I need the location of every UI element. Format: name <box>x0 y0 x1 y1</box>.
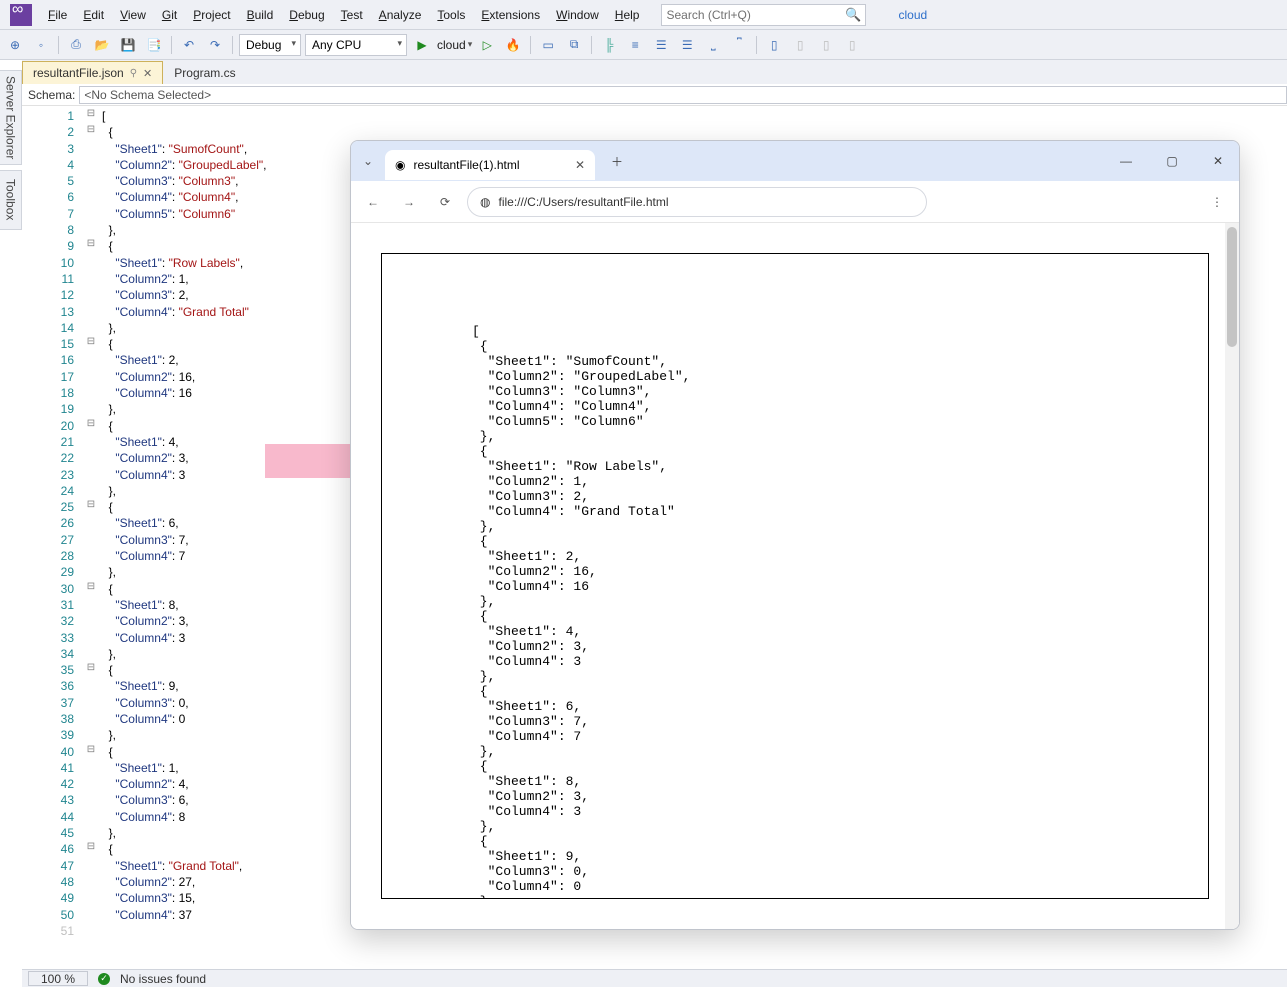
config-value: Debug <box>246 38 281 52</box>
toolbar-icon[interactable]: ⧉ <box>563 34 585 56</box>
close-icon[interactable]: ✕ <box>1203 154 1233 168</box>
menu-tools[interactable]: Tools <box>429 4 473 26</box>
nav-back-icon[interactable]: ⊕ <box>4 34 26 56</box>
cloud-link[interactable]: cloud <box>898 8 927 22</box>
json-schema-bar: Schema: <No Schema Selected> <box>22 84 1287 106</box>
save-all-icon[interactable]: 📑 <box>143 34 165 56</box>
document-tabs: resultantFile.json ⚲ ✕ Program.cs <box>22 60 1287 84</box>
browser-tab[interactable]: ◉ resultantFile(1).html ✕ <box>385 150 595 180</box>
bookmark-prev-icon[interactable]: ▯ <box>789 34 811 56</box>
status-bar: 100 % ✓ No issues found <box>22 969 1287 987</box>
toolbar-separator <box>756 36 757 54</box>
menu-git[interactable]: Git <box>154 4 185 26</box>
toolbar-separator <box>530 36 531 54</box>
menu-build[interactable]: Build <box>239 4 282 26</box>
chevron-down-icon[interactable]: ⌄ <box>357 150 379 172</box>
kebab-menu-icon[interactable]: ⋮ <box>1203 195 1231 209</box>
pin-icon[interactable]: ⚲ <box>130 68 137 79</box>
toolbar-separator <box>58 36 59 54</box>
nav-fwd-icon[interactable]: ◦ <box>30 34 52 56</box>
toolbar-separator <box>171 36 172 54</box>
menubar: FileEditViewGitProjectBuildDebugTestAnal… <box>0 0 1287 30</box>
undo-icon[interactable]: ↶ <box>178 34 200 56</box>
toolbar-icon[interactable]: ≡ <box>624 34 646 56</box>
window-controls: ― ▢ ✕ <box>1111 154 1233 168</box>
menu-edit[interactable]: Edit <box>75 4 112 26</box>
toolbar-separator <box>232 36 233 54</box>
menu-test[interactable]: Test <box>333 4 371 26</box>
browser-window: ⌄ ◉ resultantFile(1).html ✕ ＋ ― ▢ ✕ ← → … <box>350 140 1240 930</box>
comment-icon[interactable]: ⎵ <box>702 34 724 56</box>
search-icon: 🔍 <box>845 7 861 23</box>
new-tab-button[interactable]: ＋ <box>605 149 629 173</box>
tab-resultantfile-json[interactable]: resultantFile.json ⚲ ✕ <box>22 61 163 84</box>
toolbar-icon[interactable]: ╠ <box>598 34 620 56</box>
forward-button[interactable]: → <box>395 188 423 216</box>
bookmark-icon[interactable]: ▯ <box>763 34 785 56</box>
indent-right-icon[interactable]: ☰ <box>676 34 698 56</box>
menu-file[interactable]: File <box>40 4 75 26</box>
dropdown-icon[interactable]: ▾ <box>468 39 473 50</box>
toolbar-icon[interactable]: ▭ <box>537 34 559 56</box>
close-icon[interactable]: ✕ <box>575 158 585 172</box>
open-icon[interactable]: 📂 <box>91 34 113 56</box>
menu-debug[interactable]: Debug <box>281 4 332 26</box>
browser-tab-title: resultantFile(1).html <box>413 158 519 172</box>
tab-program-cs[interactable]: Program.cs <box>163 61 246 84</box>
redo-icon[interactable]: ↷ <box>204 34 226 56</box>
rail-label: Toolbox <box>4 179 18 220</box>
minimize-icon[interactable]: ― <box>1111 154 1141 168</box>
zoom-level[interactable]: 100 % <box>28 971 88 986</box>
config-dropdown[interactable]: Debug▾ <box>239 34 301 56</box>
schema-dropdown[interactable]: <No Schema Selected> <box>79 86 1287 104</box>
toolbox-rail[interactable]: Toolbox <box>0 170 22 230</box>
hot-reload-icon[interactable]: 🔥 <box>502 34 524 56</box>
search-placeholder: Search (Ctrl+Q) <box>666 8 750 22</box>
schema-label: Schema: <box>28 88 75 102</box>
html-output-content: [ { "Sheet1": "SumofCount", "Column2": "… <box>381 253 1209 899</box>
reload-button[interactable]: ⟳ <box>431 188 459 216</box>
menu-extensions[interactable]: Extensions <box>473 4 548 26</box>
browser-titlebar[interactable]: ⌄ ◉ resultantFile(1).html ✕ ＋ ― ▢ ✕ <box>351 141 1239 181</box>
new-item-icon[interactable]: ⎙ <box>65 34 87 56</box>
toolbar-separator <box>591 36 592 54</box>
bookmark-clear-icon[interactable]: ▯ <box>841 34 863 56</box>
platform-dropdown[interactable]: Any CPU▾ <box>305 34 407 56</box>
close-icon[interactable]: ✕ <box>143 67 152 80</box>
menu-project[interactable]: Project <box>185 4 238 26</box>
platform-value: Any CPU <box>312 38 361 52</box>
menu-analyze[interactable]: Analyze <box>371 4 430 26</box>
start-nodebug-button[interactable]: ▷ <box>476 34 498 56</box>
fold-gutter[interactable]: ⊟⊟⊟⊟⊟⊟⊟⊟⊟⊟ <box>82 106 100 969</box>
menu-view[interactable]: View <box>112 4 154 26</box>
globe-icon: ◉ <box>395 158 405 172</box>
vertical-scrollbar[interactable] <box>1225 223 1239 929</box>
line-number-gutter: 1234567891011121314151617181920212223242… <box>22 106 82 969</box>
issues-text: No issues found <box>120 972 206 986</box>
schema-value: <No Schema Selected> <box>84 88 211 102</box>
site-info-icon[interactable]: ◍ <box>480 195 490 209</box>
tab-title: Program.cs <box>174 66 235 80</box>
ok-icon: ✓ <box>98 973 110 985</box>
maximize-icon[interactable]: ▢ <box>1157 154 1187 168</box>
uncomment-icon[interactable]: ⎴ <box>728 34 750 56</box>
tab-title: resultantFile.json <box>33 66 124 80</box>
bookmark-next-icon[interactable]: ▯ <box>815 34 837 56</box>
indent-left-icon[interactable]: ☰ <box>650 34 672 56</box>
rail-label: Server Explorer <box>4 76 18 159</box>
menu-window[interactable]: Window <box>548 4 607 26</box>
browser-toolbar: ← → ⟳ ◍ file:///C:/Users/resultantFile.h… <box>351 181 1239 223</box>
vs-logo-icon <box>10 4 32 26</box>
global-search-input[interactable]: Search (Ctrl+Q) 🔍 <box>661 4 866 26</box>
browser-viewport[interactable]: [ { "Sheet1": "SumofCount", "Column2": "… <box>351 223 1239 929</box>
menu-help[interactable]: Help <box>607 4 648 26</box>
url-text: file:///C:/Users/resultantFile.html <box>498 195 668 209</box>
run-target-label[interactable]: cloud <box>437 38 466 52</box>
start-debug-button[interactable]: ▶ <box>411 34 433 56</box>
server-explorer-rail[interactable]: Server Explorer <box>0 70 22 165</box>
address-bar[interactable]: ◍ file:///C:/Users/resultantFile.html <box>467 187 927 217</box>
main-toolbar: ⊕ ◦ ⎙ 📂 💾 📑 ↶ ↷ Debug▾ Any CPU▾ ▶ cloud … <box>0 30 1287 60</box>
back-button[interactable]: ← <box>359 188 387 216</box>
save-icon[interactable]: 💾 <box>117 34 139 56</box>
